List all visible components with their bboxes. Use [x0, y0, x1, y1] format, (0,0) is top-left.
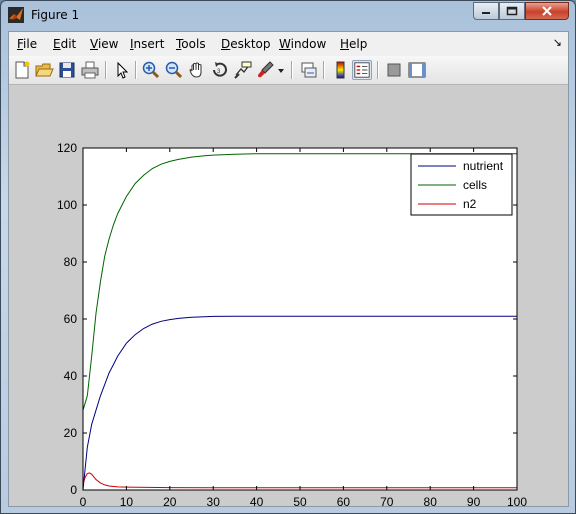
matlab-logo-icon — [8, 7, 24, 23]
menu-tools[interactable]: Tools — [176, 37, 206, 51]
menu-window[interactable]: Window — [279, 37, 326, 51]
menu-insert-label: nsert — [133, 37, 165, 51]
zoom-in-icon[interactable] — [141, 60, 161, 80]
x-tick-label: 10 — [120, 495, 134, 506]
menu-desktop-label: esktop — [230, 37, 271, 51]
window-title: Figure 1 — [31, 8, 80, 22]
menu-bar: File Edit View Insert Tools Desktop Wind… — [9, 32, 568, 57]
data-cursor-icon[interactable] — [233, 60, 253, 80]
y-tick-label: 40 — [64, 369, 78, 383]
legend-label-cells: cells — [463, 178, 487, 192]
x-tick-label: 70 — [380, 495, 394, 506]
y-tick-label: 100 — [57, 198, 77, 212]
x-tick-label: 100 — [507, 495, 527, 506]
x-tick-label: 90 — [467, 495, 481, 506]
menu-window-label: indow — [290, 37, 327, 51]
open-file-icon[interactable] — [34, 60, 54, 80]
toolbar-separator — [291, 61, 293, 79]
figure-toolbar: 3 — [9, 56, 568, 85]
maximize-button[interactable] — [499, 2, 525, 20]
menu-file-label: ile — [23, 37, 38, 51]
toolbar-separator — [323, 61, 325, 79]
legend-label-n2: n2 — [463, 197, 477, 211]
menu-view-label: iew — [97, 37, 119, 51]
minimize-button[interactable] — [473, 2, 499, 20]
menu-window-accel: W — [279, 37, 291, 51]
legend-button[interactable] — [352, 60, 372, 80]
menu-insert[interactable]: Insert — [130, 37, 164, 51]
x-tick-label: 30 — [207, 495, 221, 506]
brush-icon[interactable] — [256, 60, 276, 80]
y-tick-label: 120 — [57, 141, 77, 155]
y-tick-label: 60 — [64, 312, 78, 326]
legend-icon — [354, 62, 370, 78]
brush-dropdown-icon[interactable] — [276, 60, 286, 80]
menu-file[interactable]: File — [17, 37, 37, 51]
toolbar-separator — [377, 61, 379, 79]
menu-desktop-accel: D — [221, 37, 231, 51]
pointer-icon[interactable] — [112, 60, 132, 80]
menu-help-label: elp — [349, 37, 368, 51]
menu-view[interactable]: View — [90, 37, 118, 51]
zoom-out-icon[interactable] — [164, 60, 184, 80]
menu-desktop[interactable]: Desktop — [221, 37, 271, 51]
figure-client-area: File Edit View Insert Tools Desktop Wind… — [8, 31, 569, 509]
new-figure-icon[interactable] — [12, 60, 32, 80]
svg-text:3: 3 — [217, 69, 221, 75]
minimize-icon — [482, 12, 490, 14]
figure-canvas[interactable]: 0 10 20 30 40 50 60 70 80 90 100 0 20 40 60 80 100 120 nut… — [9, 85, 568, 509]
colorbar-icon[interactable] — [330, 60, 350, 80]
title-bar[interactable]: Figure 1 — [1, 1, 575, 31]
x-tick-label: 20 — [163, 495, 177, 506]
x-tick-label: 60 — [337, 495, 351, 506]
line-plot[interactable]: 0 10 20 30 40 50 60 70 80 90 100 0 20 40 60 80 100 120 nut… — [9, 85, 568, 509]
close-icon — [542, 6, 552, 16]
caption-buttons — [473, 2, 569, 21]
x-tick-label: 80 — [424, 495, 438, 506]
save-icon[interactable] — [57, 60, 77, 80]
toolbar-separator — [135, 61, 137, 79]
hide-plot-tools-icon[interactable] — [384, 60, 404, 80]
y-tick-label: 80 — [64, 255, 78, 269]
menu-edit-accel: E — [53, 37, 61, 51]
menu-tools-label: ools — [181, 37, 206, 51]
y-tick-label: 20 — [64, 426, 78, 440]
x-tick-label: 50 — [293, 495, 307, 506]
menu-edit[interactable]: Edit — [53, 37, 76, 51]
legend-label-nutrient: nutrient — [463, 159, 504, 173]
print-icon[interactable] — [80, 60, 100, 80]
figure-window: Figure 1 File Edit View Insert Tools Des… — [0, 0, 576, 514]
menu-help-accel: H — [340, 37, 350, 51]
menu-edit-label: dit — [60, 37, 77, 51]
close-button[interactable] — [525, 2, 569, 20]
pan-hand-icon[interactable] — [187, 60, 207, 80]
menu-help[interactable]: Help — [340, 37, 367, 51]
x-tick-label: 0 — [80, 495, 87, 506]
maximize-icon — [506, 6, 518, 16]
dock-figure-icon[interactable]: ↘ — [553, 36, 562, 49]
x-tick-label: 40 — [250, 495, 264, 506]
toolbar-separator — [105, 61, 107, 79]
rotate-3d-icon[interactable]: 3 — [210, 60, 230, 80]
menu-view-accel: V — [90, 37, 98, 51]
link-plot-icon[interactable] — [299, 60, 319, 80]
show-plot-tools-icon[interactable] — [407, 60, 427, 80]
y-tick-label: 0 — [70, 483, 77, 497]
